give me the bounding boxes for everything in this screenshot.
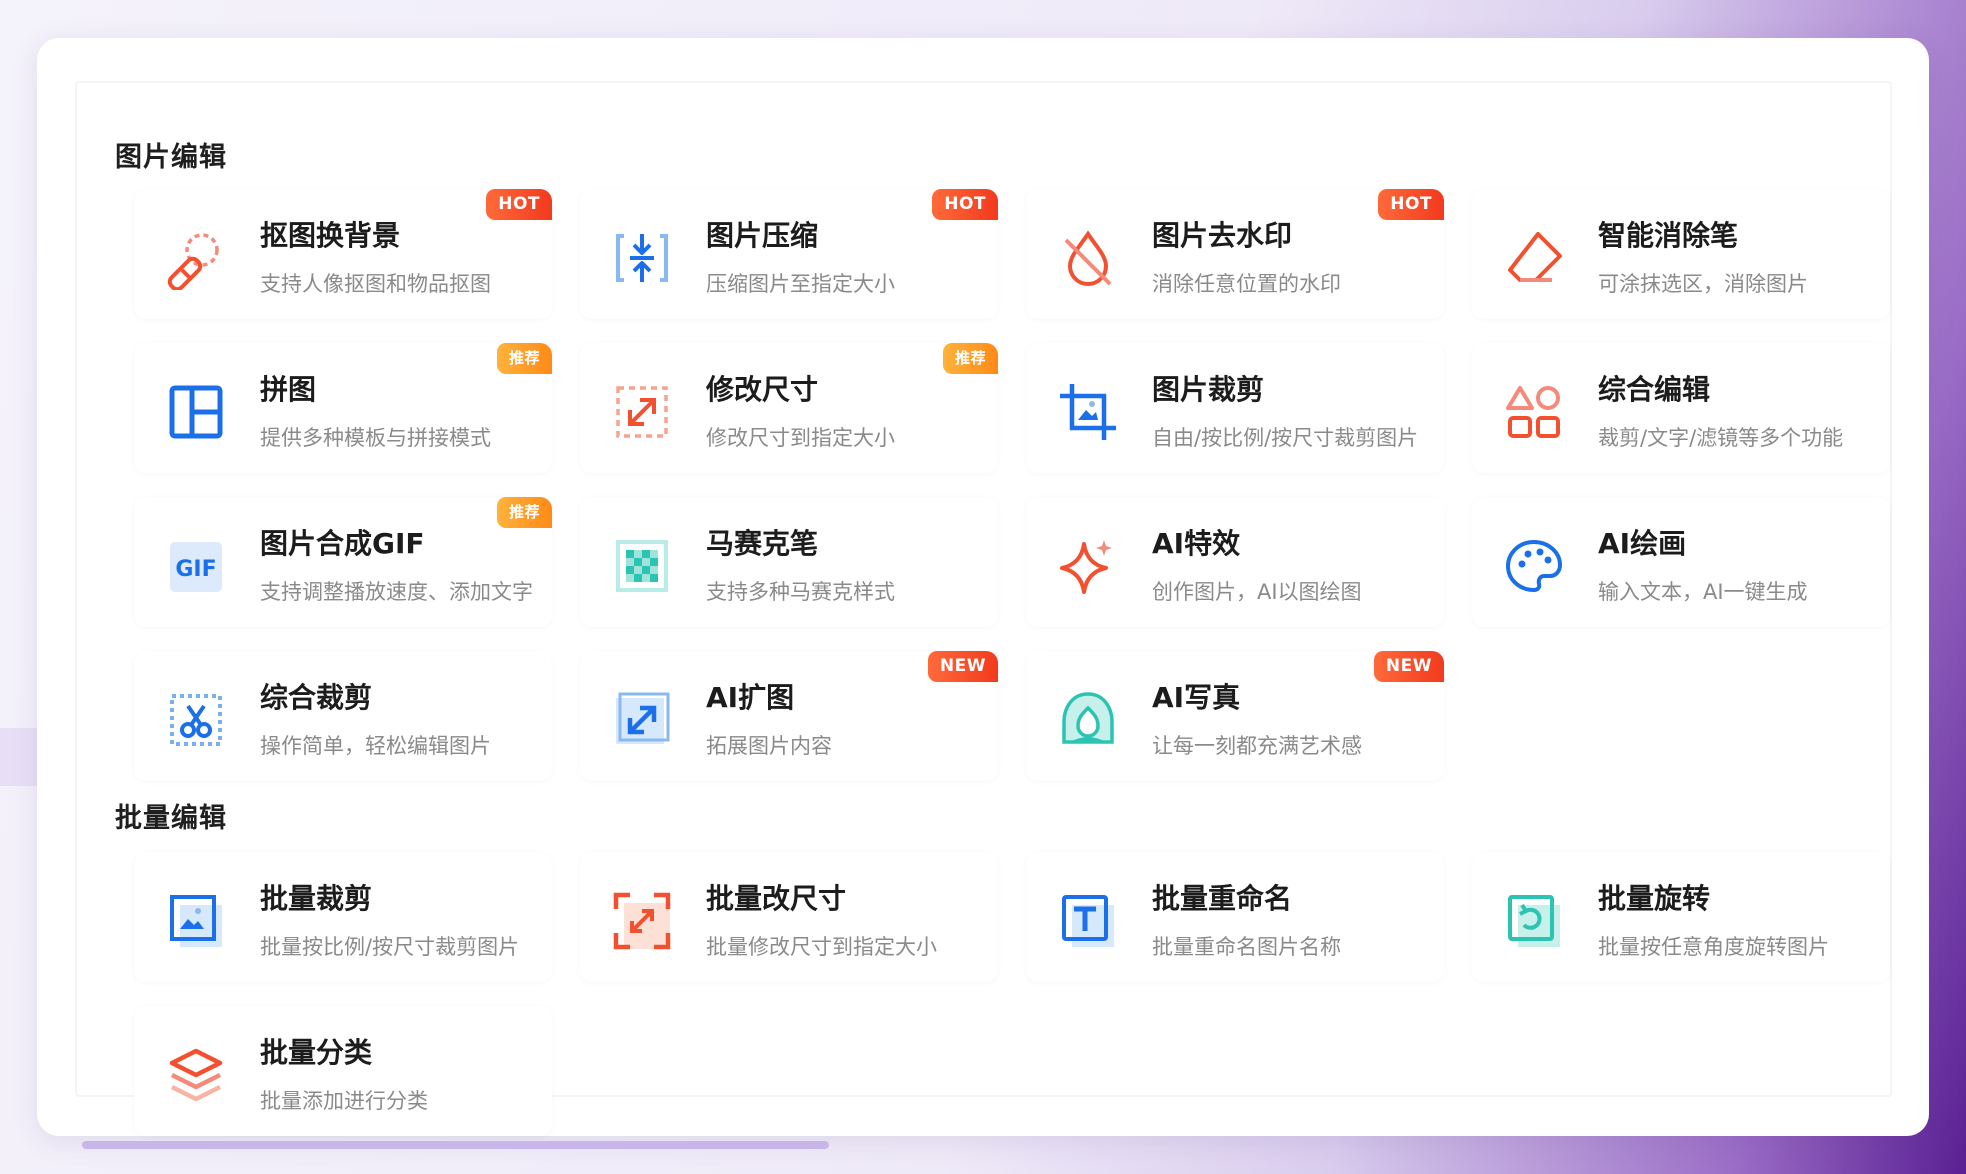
mosaic-icon	[610, 534, 674, 598]
tool-card[interactable]: 图片去水印消除任意位置的水印 HOT	[1026, 189, 1444, 319]
section-title: 图片编辑	[115, 142, 227, 173]
tool-card[interactable]: GIF 图片合成GIF 支持调整播放速度、添加文字 推荐	[134, 497, 552, 627]
tools-panel: 图片编辑 抠图换背景 支持人像抠图和物品抠图 HOT 图片压缩 压缩图片至指定大小 HOT 图…	[37, 38, 1929, 1136]
tool-title: AI绘画	[1598, 527, 1687, 560]
tool-description: 修改尺寸到指定大小	[706, 426, 895, 450]
tool-card[interactable]: 图片压缩压缩图片至指定大小 HOT	[580, 189, 998, 319]
tool-title: 拼图	[260, 373, 317, 406]
tool-description: 操作简单，轻松编辑图片	[260, 734, 491, 758]
tool-description: 提供多种模板与拼接模式	[260, 426, 491, 450]
tool-description: 批量添加进行分类	[260, 1089, 428, 1113]
batch-rotate-icon	[1502, 889, 1566, 953]
badge: HOT	[486, 189, 552, 220]
tool-title: 批量分类	[260, 1036, 373, 1069]
tool-title: AI写真	[1152, 681, 1241, 714]
tool-description: 拓展图片内容	[706, 734, 832, 758]
expand-icon	[610, 688, 674, 752]
batch-crop-icon	[164, 889, 228, 953]
tool-card[interactable]: AI扩图拓展图片内容 NEW	[580, 651, 998, 781]
tool-description: 批量修改尺寸到指定大小	[706, 935, 937, 959]
tool-card[interactable]: 修改尺寸修改尺寸到指定大小 推荐	[580, 343, 998, 473]
tool-card[interactable]: 拼图提供多种模板与拼接模式 推荐	[134, 343, 552, 473]
tool-description: 裁剪/文字/滤镜等多个功能	[1598, 426, 1844, 450]
tool-card[interactable]: AI写真让每一刻都充满艺术感 NEW	[1026, 651, 1444, 781]
section-title: 批量编辑	[115, 803, 227, 834]
badge: NEW	[927, 651, 998, 682]
tool-card[interactable]: 批量旋转批量按任意角度旋转图片	[1472, 852, 1890, 982]
badge: HOT	[1378, 189, 1444, 220]
tool-card[interactable]: 抠图换背景支持人像抠图和物品抠图 HOT	[134, 189, 552, 319]
tool-description: 支持人像抠图和物品抠图	[260, 272, 491, 296]
tool-title: 批量裁剪	[260, 882, 373, 915]
tool-description: 让每一刻都充满艺术感	[1152, 734, 1362, 758]
tool-title: 批量改尺寸	[706, 882, 847, 915]
badge: NEW	[1373, 651, 1444, 682]
tool-description: 批量按任意角度旋转图片	[1598, 935, 1829, 959]
tool-description: 批量按比例/按尺寸裁剪图片	[260, 935, 520, 959]
tool-title: 综合裁剪	[260, 681, 373, 714]
tool-title: 综合编辑	[1598, 373, 1711, 406]
scissors-icon	[164, 688, 228, 752]
tool-title: 图片压缩	[706, 219, 819, 252]
watermark-remove-icon	[1056, 226, 1120, 290]
tool-title: 批量重命名	[1152, 882, 1293, 915]
sparkle-icon	[1056, 534, 1120, 598]
tool-title: 抠图换背景	[260, 219, 401, 252]
tool-description: 输入文本，AI一键生成	[1598, 580, 1808, 604]
tool-title: 图片裁剪	[1152, 373, 1265, 406]
tool-card[interactable]: 马赛克笔支持多种马赛克样式	[580, 497, 998, 627]
batch-classify-icon	[164, 1043, 228, 1107]
tools-panel-inner: 图片编辑 抠图换背景 支持人像抠图和物品抠图 HOT 图片压缩 压缩图片至指定大小 HOT 图…	[75, 81, 1892, 1136]
tool-description: 消除任意位置的水印	[1152, 272, 1341, 296]
tool-title: 智能消除笔	[1598, 219, 1739, 252]
portrait-icon	[1056, 688, 1120, 752]
tool-card[interactable]: 综合裁剪操作简单，轻松编辑图片	[134, 651, 552, 781]
crop-icon	[1056, 380, 1120, 444]
tool-card[interactable]: 批量改尺寸批量修改尺寸到指定大小	[580, 852, 998, 982]
batch-resize-icon	[610, 889, 674, 953]
badge: 推荐	[496, 497, 552, 528]
badge: HOT	[932, 189, 998, 220]
tool-title: AI扩图	[706, 681, 795, 714]
compress-icon	[610, 226, 674, 290]
tool-card[interactable]: 批量裁剪批量按比例/按尺寸裁剪图片	[134, 852, 552, 982]
badge: 推荐	[496, 343, 552, 374]
tool-title: 马赛克笔	[706, 527, 819, 560]
tool-description: 压缩图片至指定大小	[706, 272, 895, 296]
palette-icon	[1502, 534, 1566, 598]
tool-description: 批量重命名图片名称	[1152, 935, 1341, 959]
collage-icon	[164, 380, 228, 444]
tool-description: 支持调整播放速度、添加文字	[260, 580, 533, 604]
tool-title: 图片合成GIF	[260, 527, 425, 560]
gif-icon: GIF	[164, 534, 228, 598]
tool-card[interactable]: AI特效创作图片，AI以图绘图	[1026, 497, 1444, 627]
tool-card[interactable]: AI绘画输入文本，AI一键生成	[1472, 497, 1890, 627]
badge: 推荐	[942, 343, 998, 374]
tool-description: 可涂抹选区，消除图片	[1598, 272, 1808, 296]
batch-rename-icon	[1056, 889, 1120, 953]
tool-title: 批量旋转	[1598, 882, 1711, 915]
resize-icon	[610, 380, 674, 444]
tool-description: 自由/按比例/按尺寸裁剪图片	[1152, 426, 1419, 450]
tool-card[interactable]: 批量重命名批量重命名图片名称	[1026, 852, 1444, 982]
eraser-icon	[1502, 226, 1566, 290]
tool-title: 修改尺寸	[706, 373, 819, 406]
tool-title: AI特效	[1152, 527, 1241, 560]
tool-card[interactable]: 图片裁剪自由/按比例/按尺寸裁剪图片	[1026, 343, 1444, 473]
tool-title: 图片去水印	[1152, 219, 1293, 252]
tool-card[interactable]: 智能消除笔可涂抹选区，消除图片	[1472, 189, 1890, 319]
cutout-icon	[164, 226, 228, 290]
tool-card[interactable]: 综合编辑裁剪/文字/滤镜等多个功能	[1472, 343, 1890, 473]
tool-description: 支持多种马赛克样式	[706, 580, 895, 604]
tool-card[interactable]: 批量分类批量添加进行分类	[134, 1006, 552, 1136]
horizontal-scrollbar[interactable]	[82, 1141, 829, 1149]
shapes-icon	[1502, 380, 1566, 444]
svg-text:GIF: GIF	[175, 557, 216, 582]
tool-description: 创作图片，AI以图绘图	[1152, 580, 1362, 604]
